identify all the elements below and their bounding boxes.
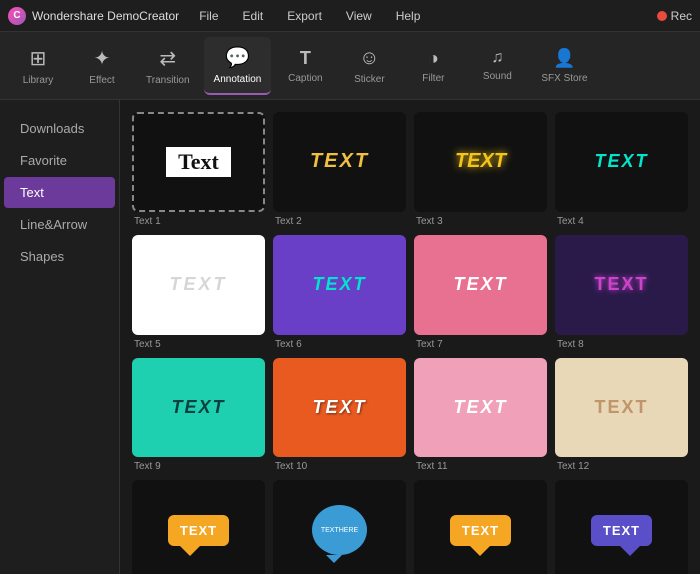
- list-item[interactable]: TEXT Dialog Box 1: [132, 480, 265, 574]
- tool-sfx-store[interactable]: 👤 SFX Store: [531, 37, 597, 95]
- menu-bar: C Wondershare DemoCreator File Edit Expo…: [0, 0, 700, 32]
- list-item[interactable]: TEXT Dialog Box 4: [555, 480, 688, 574]
- db3-thumb: TEXT: [414, 480, 547, 574]
- list-item[interactable]: TEXT Text 3: [414, 112, 547, 227]
- annotation-icon: 💬: [225, 45, 250, 70]
- tool-annotation[interactable]: 💬 Annotation: [204, 37, 272, 95]
- sidebar-item-downloads[interactable]: Downloads: [4, 113, 115, 144]
- text12-label: Text 12: [555, 461, 688, 472]
- thumbnail-grid: Text Text 1 TEXT Text 2 TEXT Text 3 TEXT: [132, 112, 688, 574]
- caption-icon: T: [300, 48, 311, 69]
- sound-icon: ♫: [491, 49, 503, 67]
- sfx-store-icon: 👤: [553, 48, 575, 69]
- menu-help[interactable]: Help: [392, 7, 425, 25]
- app-logo-icon: C: [8, 7, 26, 25]
- text2-thumb: TEXT: [273, 112, 406, 212]
- rec-button[interactable]: Rec: [657, 9, 692, 23]
- tool-sticker[interactable]: ☺ Sticker: [339, 37, 399, 95]
- list-item[interactable]: TEXT Text 12: [555, 358, 688, 473]
- list-item[interactable]: TEXTHERE Dialog Box 2: [273, 480, 406, 574]
- text1-label: Text 1: [132, 216, 265, 227]
- text8-label: Text 8: [555, 339, 688, 350]
- sidebar-item-line-arrow[interactable]: Line&Arrow: [4, 209, 115, 240]
- text3-label: Text 3: [414, 216, 547, 227]
- sidebar-item-text[interactable]: Text: [4, 177, 115, 208]
- text11-thumb: TEXT: [414, 358, 547, 458]
- sidebar-item-favorite[interactable]: Favorite: [4, 145, 115, 176]
- tool-sticker-label: Sticker: [354, 74, 385, 85]
- tool-library[interactable]: ⊞ Library: [8, 37, 68, 95]
- sidebar: Downloads Favorite Text Line&Arrow Shape…: [0, 100, 120, 574]
- text6-label: Text 6: [273, 339, 406, 350]
- text5-label: Text 5: [132, 339, 265, 350]
- toolbar: ⊞ Library ✦ Effect ⇄ Transition 💬 Annota…: [0, 32, 700, 100]
- tool-sound[interactable]: ♫ Sound: [467, 37, 527, 95]
- list-item[interactable]: TEXT Text 7: [414, 235, 547, 350]
- text10-thumb: TEXT: [273, 358, 406, 458]
- tool-filter-label: Filter: [422, 73, 444, 84]
- list-item[interactable]: TEXT Text 5: [132, 235, 265, 350]
- sticker-icon: ☺: [359, 47, 379, 70]
- list-item[interactable]: TEXT Text 10: [273, 358, 406, 473]
- app-name: Wondershare DemoCreator: [32, 9, 179, 23]
- app-logo: C Wondershare DemoCreator: [8, 7, 179, 25]
- menu-view[interactable]: View: [342, 7, 376, 25]
- list-item[interactable]: TEXT Text 2: [273, 112, 406, 227]
- list-item[interactable]: TEXT Dialog Box 3: [414, 480, 547, 574]
- db2-thumb: TEXTHERE: [273, 480, 406, 574]
- text10-label: Text 10: [273, 461, 406, 472]
- list-item[interactable]: TEXT Text 8: [555, 235, 688, 350]
- text3-thumb: TEXT: [414, 112, 547, 212]
- tool-effect-label: Effect: [89, 75, 114, 86]
- text11-label: Text 11: [414, 461, 547, 472]
- list-item[interactable]: TEXT Text 6: [273, 235, 406, 350]
- menu-file[interactable]: File: [195, 7, 222, 25]
- text5-thumb: TEXT: [132, 235, 265, 335]
- tool-transition-label: Transition: [146, 75, 190, 86]
- tool-effect[interactable]: ✦ Effect: [72, 37, 132, 95]
- db4-thumb: TEXT: [555, 480, 688, 574]
- transition-icon: ⇄: [159, 46, 176, 71]
- text4-thumb: TEXT: [555, 112, 688, 212]
- rec-label: Rec: [671, 9, 692, 23]
- menu-edit[interactable]: Edit: [239, 7, 268, 25]
- text7-thumb: TEXT: [414, 235, 547, 335]
- tool-caption[interactable]: T Caption: [275, 37, 335, 95]
- text6-thumb: TEXT: [273, 235, 406, 335]
- list-item[interactable]: TEXT Text 11: [414, 358, 547, 473]
- tool-filter[interactable]: ◑ Filter: [403, 37, 463, 95]
- db1-thumb: TEXT: [132, 480, 265, 574]
- tool-annotation-label: Annotation: [214, 74, 262, 85]
- filter-icon: ◑: [428, 48, 439, 69]
- text9-label: Text 9: [132, 461, 265, 472]
- content-area: Text Text 1 TEXT Text 2 TEXT Text 3 TEXT: [120, 100, 700, 574]
- text8-thumb: TEXT: [555, 235, 688, 335]
- menu-items: File Edit Export View Help: [195, 7, 424, 25]
- library-icon: ⊞: [30, 46, 47, 71]
- text12-thumb: TEXT: [555, 358, 688, 458]
- main-area: Downloads Favorite Text Line&Arrow Shape…: [0, 100, 700, 574]
- text7-label: Text 7: [414, 339, 547, 350]
- tool-sound-label: Sound: [483, 71, 512, 82]
- tool-caption-label: Caption: [288, 73, 322, 84]
- tool-transition[interactable]: ⇄ Transition: [136, 37, 200, 95]
- tool-library-label: Library: [23, 75, 54, 86]
- list-item[interactable]: TEXT Text 9: [132, 358, 265, 473]
- menu-export[interactable]: Export: [283, 7, 326, 25]
- effect-icon: ✦: [94, 46, 111, 71]
- text2-label: Text 2: [273, 216, 406, 227]
- tool-sfx-store-label: SFX Store: [541, 73, 587, 84]
- sidebar-item-shapes[interactable]: Shapes: [4, 241, 115, 272]
- text1-thumb: Text: [132, 112, 265, 212]
- text9-thumb: TEXT: [132, 358, 265, 458]
- text4-label: Text 4: [555, 216, 688, 227]
- list-item[interactable]: TEXT Text 4: [555, 112, 688, 227]
- rec-dot-icon: [657, 11, 667, 21]
- list-item[interactable]: Text Text 1: [132, 112, 265, 227]
